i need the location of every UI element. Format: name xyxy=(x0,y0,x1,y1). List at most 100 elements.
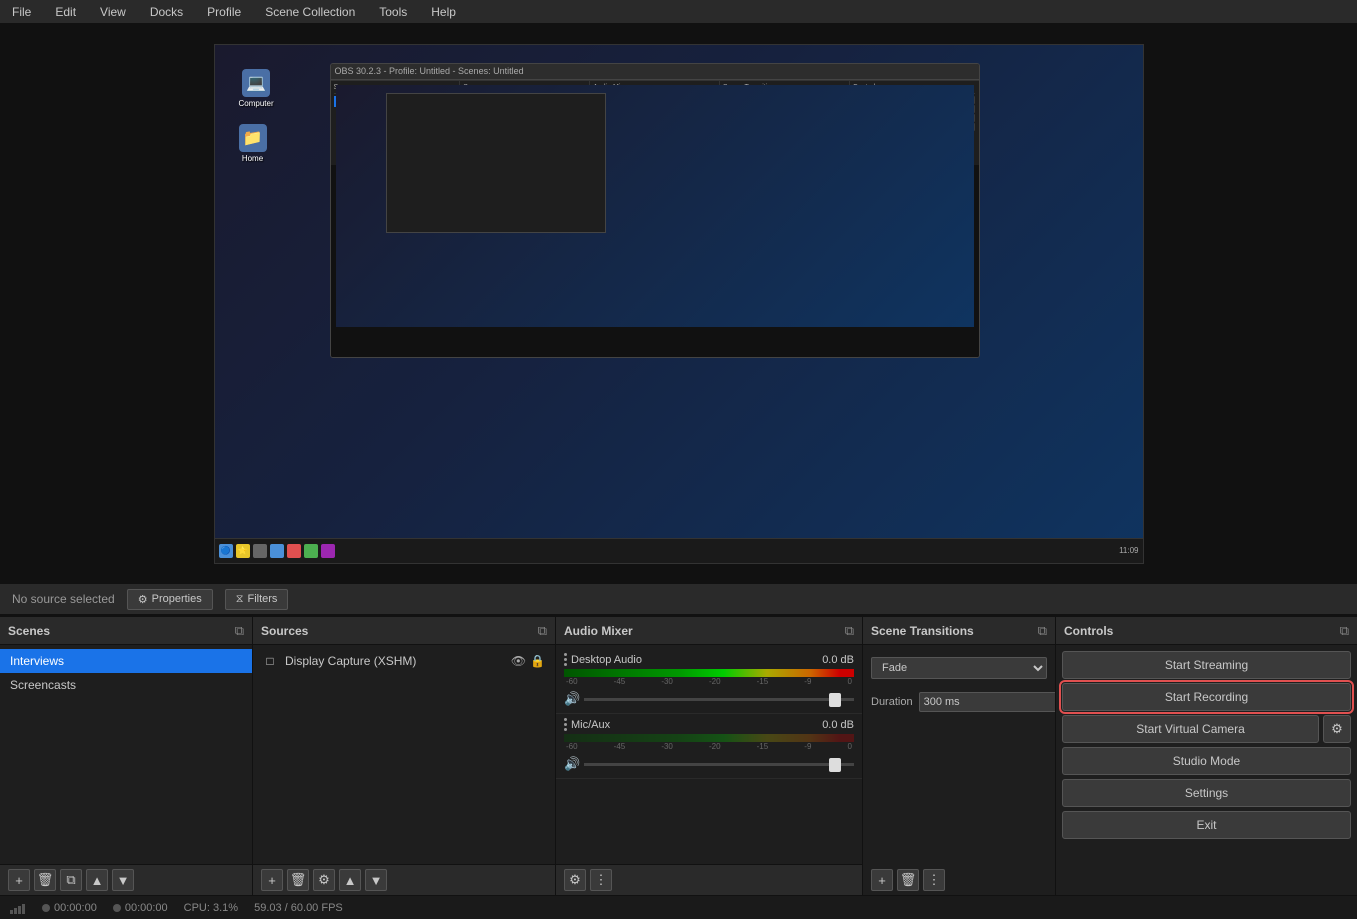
transitions-delete-button[interactable]: 🗑 xyxy=(897,869,919,891)
audio-desktop-meter xyxy=(564,669,854,677)
desktop-icon-home[interactable]: 📁 Home xyxy=(235,120,271,167)
status-streaming-time: 00:00:00 xyxy=(113,902,168,914)
home-icon: 📁 xyxy=(239,124,267,152)
status-recording-time: 00:00:00 xyxy=(42,902,97,914)
audio-desktop-left: Desktop Audio xyxy=(564,653,642,666)
source-item-display-capture[interactable]: □ Display Capture (XSHM) 👁 🔒 xyxy=(253,649,555,673)
exit-button[interactable]: Exit xyxy=(1062,811,1351,839)
filter-icon: ⧖ xyxy=(236,593,244,606)
scenes-delete-button[interactable]: 🗑 xyxy=(34,869,56,891)
audio-mic-db: 0.0 dB xyxy=(822,719,854,731)
scenes-duplicate-button[interactable]: ⧉ xyxy=(60,869,82,891)
properties-button[interactable]: ⚙ Properties xyxy=(127,589,213,610)
sources-panel-content: □ Display Capture (XSHM) 👁 🔒 xyxy=(253,645,555,864)
inner-taskbar-icon6 xyxy=(304,544,318,558)
transitions-panel-title: Scene Transitions xyxy=(871,624,974,638)
audio-mic-meter xyxy=(564,734,854,742)
audio-mixer-panel: Audio Mixer ⧉ Desktop Audio 0.0 dB xyxy=(556,617,863,895)
audio-mic-speaker-icon[interactable]: 🔊 xyxy=(564,756,580,772)
controls-panel-title: Controls xyxy=(1064,624,1113,638)
settings-button[interactable]: Settings xyxy=(1062,779,1351,807)
source-lock-icon[interactable]: 🔒 xyxy=(530,654,545,668)
fps-value: 59.03 / 60.00 FPS xyxy=(254,902,343,914)
sources-delete-button[interactable]: 🗑 xyxy=(287,869,309,891)
sources-panel: Sources ⧉ □ Display Capture (XSHM) 👁 🔒 +… xyxy=(253,617,556,895)
inner-taskbar: 🔵 ⭐ 11:09 xyxy=(215,538,1143,563)
audio-desktop-fader[interactable] xyxy=(584,692,854,706)
audio-mic-fader-row: 🔊 xyxy=(564,754,854,774)
audio-desktop-speaker-icon[interactable]: 🔊 xyxy=(564,691,580,707)
sources-up-button[interactable]: ▲ xyxy=(339,869,361,891)
start-recording-button[interactable]: Start Recording xyxy=(1062,683,1351,711)
scenes-down-button[interactable]: ▼ xyxy=(112,869,134,891)
inner-taskbar-icon2: ⭐ xyxy=(236,544,250,558)
audio-panel-icon: ⧉ xyxy=(845,623,854,639)
audio-mic-menu[interactable] xyxy=(564,718,567,731)
no-source-text: No source selected xyxy=(12,592,115,606)
audio-panel-title: Audio Mixer xyxy=(564,624,633,638)
gear-icon: ⚙ xyxy=(1331,721,1343,737)
scenes-up-button[interactable]: ▲ xyxy=(86,869,108,891)
inner-taskbar-time: 11:09 xyxy=(1119,546,1138,555)
audio-mic-name: Mic/Aux xyxy=(571,719,610,731)
audio-channel-mic: Mic/Aux 0.0 dB -60-45-30-20-15-90 🔊 xyxy=(556,714,862,779)
desktop-icon-computer[interactable]: 💻 Computer xyxy=(235,65,278,112)
audio-settings-button[interactable]: ⚙ xyxy=(564,869,586,891)
scenes-panel-content: Interviews Screencasts xyxy=(0,645,252,864)
menu-profile[interactable]: Profile xyxy=(203,3,245,21)
status-cpu: CPU: 3.1% xyxy=(184,902,238,914)
audio-mic-header: Mic/Aux 0.0 dB xyxy=(564,718,854,731)
menu-scene-collection[interactable]: Scene Collection xyxy=(261,3,359,21)
menu-edit[interactable]: Edit xyxy=(51,3,80,21)
audio-mic-scale: -60-45-30-20-15-90 xyxy=(564,742,854,751)
menu-tools[interactable]: Tools xyxy=(375,3,411,21)
menu-help[interactable]: Help xyxy=(427,3,460,21)
studio-mode-button[interactable]: Studio Mode xyxy=(1062,747,1351,775)
audio-panel-header: Audio Mixer ⧉ xyxy=(556,617,862,645)
inner-obs-content: Scenes Interviews Screencasts Sources Di… xyxy=(331,80,979,357)
inner-obs-preview: Scenes Interviews Screencasts Sources Di… xyxy=(331,80,979,357)
transitions-menu-button[interactable]: ⋮ xyxy=(923,869,945,891)
menu-file[interactable]: File xyxy=(8,3,35,21)
audio-desktop-fader-row: 🔊 xyxy=(564,689,854,709)
inner-taskbar-icon7 xyxy=(321,544,335,558)
controls-panel-header: Controls ⧉ xyxy=(1056,617,1357,645)
source-eye-icon[interactable]: 👁 xyxy=(511,654,526,668)
bottom-panels: Scenes ⧉ Interviews Screencasts + 🗑 ⧉ ▲ … xyxy=(0,615,1357,895)
transitions-inner: Fade Duration ▲ ▼ xyxy=(863,649,1055,724)
transitions-duration-input[interactable] xyxy=(919,692,1055,712)
inner-obs-preview-inner xyxy=(336,85,974,327)
preview-desktop: 💻 Computer 📁 Home OBS 30.2.3 - Profile: … xyxy=(214,44,1144,564)
transitions-type-select[interactable]: Fade xyxy=(871,657,1047,679)
inner-obs-titlebar: OBS 30.2.3 - Profile: Untitled - Scenes:… xyxy=(331,64,979,80)
scene-item-interviews[interactable]: Interviews xyxy=(0,649,252,673)
sources-down-button[interactable]: ▼ xyxy=(365,869,387,891)
menu-view[interactable]: View xyxy=(96,3,130,21)
cpu-value: CPU: 3.1% xyxy=(184,902,238,914)
recording-dot xyxy=(42,904,50,912)
virtual-camera-settings-button[interactable]: ⚙ xyxy=(1323,715,1351,743)
scenes-add-button[interactable]: + xyxy=(8,869,30,891)
streaming-time-value: 00:00:00 xyxy=(125,902,168,914)
audio-desktop-name: Desktop Audio xyxy=(571,654,642,666)
start-virtual-camera-button[interactable]: Start Virtual Camera xyxy=(1062,715,1319,743)
signal-bars-icon xyxy=(10,902,26,914)
sources-panel-header: Sources ⧉ xyxy=(253,617,555,645)
scenes-panel-header: Scenes ⧉ xyxy=(0,617,252,645)
scene-item-screencasts[interactable]: Screencasts xyxy=(0,673,252,697)
filters-button[interactable]: ⧖ Filters xyxy=(225,589,289,610)
audio-desktop-menu[interactable] xyxy=(564,653,567,666)
sources-settings-button[interactable]: ⚙ xyxy=(313,869,335,891)
audio-desktop-header: Desktop Audio 0.0 dB xyxy=(564,653,854,666)
transitions-add-button[interactable]: + xyxy=(871,869,893,891)
inner-taskbar-icon4 xyxy=(270,544,284,558)
audio-mic-fader[interactable] xyxy=(584,757,854,771)
scenes-panel-title: Scenes xyxy=(8,624,50,638)
source-bar: No source selected ⚙ Properties ⧖ Filter… xyxy=(0,583,1357,615)
audio-menu-button[interactable]: ⋮ xyxy=(590,869,612,891)
menu-docks[interactable]: Docks xyxy=(146,3,187,21)
start-streaming-button[interactable]: Start Streaming xyxy=(1062,651,1351,679)
audio-desktop-meter-container: -60-45-30-20-15-90 xyxy=(564,669,854,686)
audio-desktop-scale: -60-45-30-20-15-90 xyxy=(564,677,854,686)
sources-add-button[interactable]: + xyxy=(261,869,283,891)
